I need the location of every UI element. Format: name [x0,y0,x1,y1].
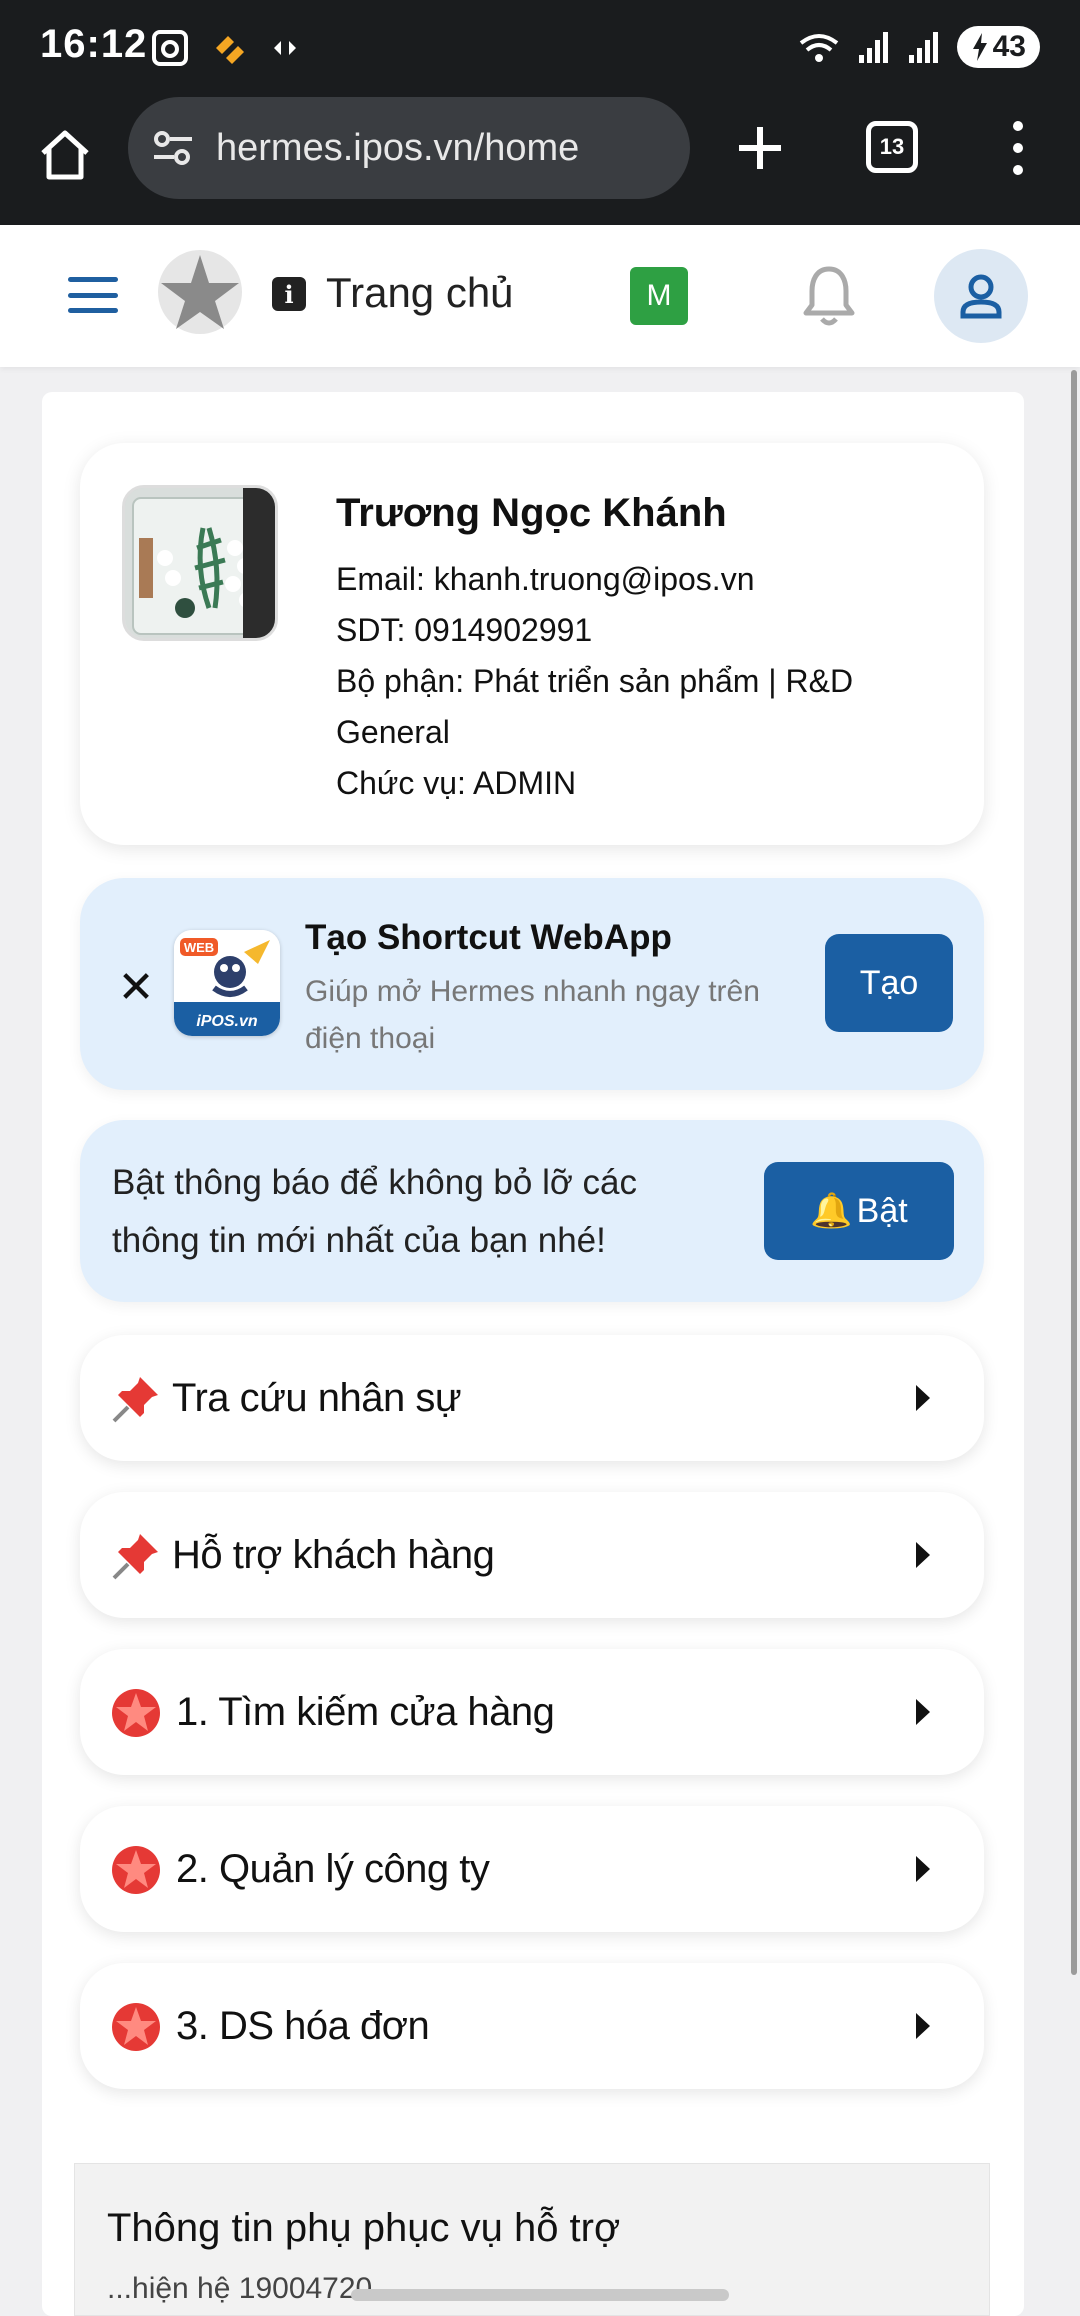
menu-item-tra-cuu-nhan-su[interactable]: Tra cứu nhân sự [80,1335,984,1461]
caret-right-icon [916,1542,930,1568]
user-avatar-button[interactable] [934,249,1028,343]
menu-item-label: 2. Quản lý công ty [176,1846,490,1891]
support-title: Thông tin phụ phục vụ hỗ trợ [107,2206,621,2250]
app-icon-tag: WEB [184,940,214,955]
browser-home-button[interactable] [30,120,100,190]
caret-right-icon [916,1699,930,1725]
app-header: i Trang chủ M [0,225,1080,367]
site-settings-icon[interactable] [150,125,196,171]
battery-level: 43 [992,30,1026,63]
tab-switcher-button[interactable]: 13 [866,121,918,173]
menu-item-label: Hỗ trợ khách hàng [172,1532,495,1577]
m-badge[interactable]: M [630,267,688,325]
star-logo-icon [158,250,242,334]
red-star-icon [112,1846,160,1894]
close-icon[interactable]: ✕ [116,966,156,1010]
red-star-icon [112,2003,160,2051]
menu-item-quan-ly-cong-ty[interactable]: 2. Quản lý công ty [80,1806,984,1932]
bell-emoji-icon: 🔔 [810,1192,853,1230]
bell-icon[interactable] [798,263,860,329]
menu-item-ds-hoa-don[interactable]: 3. DS hóa đơn [80,1963,984,2089]
notification-prompt-card: Bật thông báo để không bỏ lỡ các thông t… [80,1120,984,1302]
battery-indicator: 43 [956,26,1040,68]
caret-right-icon [916,1385,930,1411]
menu-item-tim-kiem-cua-hang[interactable]: 1. Tìm kiếm cửa hàng [80,1649,984,1775]
page-title: Trang chủ [326,269,514,316]
address-bar[interactable]: hermes.ipos.vn/home [128,97,690,199]
user-icon [960,274,1002,319]
menu-item-ho-tro-khach-hang[interactable]: Hỗ trợ khách hàng [80,1492,984,1618]
profile-info: Trương Ngọc Khánh Email: khanh.truong@ip… [336,491,896,809]
page-scrollbar[interactable] [1071,370,1077,1975]
screenshot-icon [152,30,188,66]
home-icon [41,130,89,180]
pushpin-icon [112,1377,158,1423]
status-bar: 16:12 43 [0,0,1080,95]
charging-icon [972,33,987,61]
enable-notification-button[interactable]: 🔔 Bật [764,1162,954,1260]
enable-notification-label: Bật [856,1191,908,1230]
status-system-icons: 43 [797,26,1040,68]
browser-menu-icon[interactable] [1000,113,1036,183]
red-star-icon [112,1689,160,1737]
ipos-app-icon: WEB iPOS.vn [174,930,280,1036]
create-shortcut-button[interactable]: Tạo [825,934,953,1032]
profile-card: Trương Ngọc Khánh Email: khanh.truong@ip… [80,443,984,845]
caret-right-icon [916,2013,930,2039]
profile-photo [122,485,278,641]
shortcut-title: Tạo Shortcut WebApp [305,918,672,957]
pushpin-icon [112,1534,158,1580]
status-time: 16:12 [40,22,148,66]
menu-item-label: Tra cứu nhân sự [172,1375,462,1420]
info-icon: i [272,277,306,311]
caret-right-icon [916,1856,930,1882]
data-transfer-icon [274,41,296,55]
shortcut-webapp-card: ✕ WEB iPOS.vn Tạo Shortcut WebApp Giúp m… [80,878,984,1090]
menu-item-label: 1. Tìm kiếm cửa hàng [176,1689,555,1734]
new-tab-icon[interactable] [725,113,795,183]
menu-item-label: 3. DS hóa đơn [176,2003,430,2048]
profile-photo-image [125,488,275,638]
url-text: hermes.ipos.vn/home [216,126,580,169]
profile-email: Email: khanh.truong@ipos.vn [336,561,755,597]
hamburger-menu-icon[interactable] [68,277,118,313]
signal-icon-2 [908,32,938,63]
status-notification-icons [150,28,300,68]
wifi-icon [799,34,838,62]
browser-toolbar: hermes.ipos.vn/home 13 [0,95,1080,225]
notification-prompt-text: Bật thông báo để không bỏ lỡ các thông t… [112,1163,637,1260]
profile-department: Bộ phận: Phát triển sản phẩm | R&D Gener… [336,663,854,750]
gesture-navigation-bar[interactable] [351,2289,729,2301]
profile-phone: SDT: 0914902991 [336,612,593,648]
profile-role: Chức vụ: ADMIN [336,765,577,801]
app-icon-brand: iPOS.vn [196,1013,258,1030]
signal-icon-1 [858,32,888,63]
profile-name: Trương Ngọc Khánh [336,491,727,535]
app-notification-icon [216,36,244,64]
shortcut-description: Giúp mở Hermes nhanh ngay trên điện thoạ… [305,975,760,1055]
